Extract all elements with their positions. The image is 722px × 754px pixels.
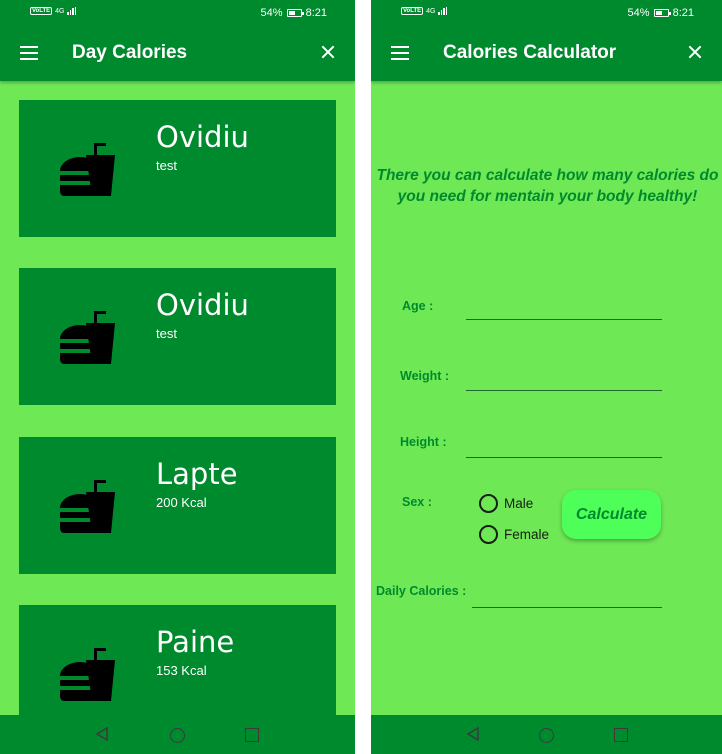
food-name: Lapte <box>156 457 238 491</box>
app-bar: Calories Calculator <box>371 27 722 81</box>
food-description: test <box>156 158 177 173</box>
calories-calculator-screen: VoLTE 4G 54% 8:21 Calories Calculator Th… <box>371 0 722 754</box>
food-name: Ovidiu <box>156 120 249 154</box>
food-card[interactable]: Ovidiu test <box>19 100 336 237</box>
status-bar: VoLTE 4G 54% 8:21 <box>0 0 355 27</box>
height-input[interactable] <box>466 457 662 458</box>
calculate-button[interactable]: Calculate <box>562 490 661 539</box>
screen-divider <box>355 0 371 754</box>
battery-icon <box>286 9 304 17</box>
battery-icon <box>653 9 671 17</box>
back-icon[interactable] <box>466 727 480 741</box>
fastfood-icon <box>60 480 115 533</box>
food-description: test <box>156 326 177 341</box>
app-bar: Day Calories <box>0 27 355 81</box>
age-input[interactable] <box>466 319 662 320</box>
female-radio[interactable]: Female <box>479 525 549 544</box>
status-icons-left: VoLTE 4G <box>30 7 77 15</box>
radio-circle <box>479 525 498 544</box>
home-icon[interactable] <box>539 728 554 743</box>
weight-input[interactable] <box>466 390 662 391</box>
back-icon[interactable] <box>95 727 109 741</box>
fastfood-icon <box>60 648 115 701</box>
calculator-form: There you can calculate how many calorie… <box>371 81 722 715</box>
intro-text: There you can calculate how many calorie… <box>376 167 719 205</box>
battery-percent: 54% <box>260 7 283 19</box>
system-nav-bar <box>0 715 355 754</box>
male-radio[interactable]: Male <box>479 494 533 513</box>
food-card[interactable]: Lapte 200 Kcal <box>19 437 336 574</box>
daily-calories-output <box>472 607 662 608</box>
radio-circle <box>479 494 498 513</box>
network-type: 4G <box>426 7 436 15</box>
food-list[interactable]: Ovidiu test Ovidiu test Lapte 200 Kcal P… <box>0 81 355 715</box>
status-icons-left: VoLTE 4G <box>401 7 448 15</box>
menu-icon[interactable] <box>20 46 38 60</box>
daily-calories-label: Daily Calories : <box>376 584 467 598</box>
network-type: 4G <box>55 7 65 15</box>
signal-icon <box>67 7 77 15</box>
signal-icon <box>438 7 448 15</box>
volte-icon: VoLTE <box>30 7 53 15</box>
male-label: Male <box>504 496 534 511</box>
height-label: Height : <box>400 435 447 449</box>
close-icon[interactable] <box>321 45 335 59</box>
food-card[interactable]: Paine 153 Kcal <box>19 605 336 715</box>
day-calories-screen: VoLTE 4G 54% 8:21 Day Calories Ovidiu te… <box>0 0 355 754</box>
sex-label: Sex : <box>402 495 432 509</box>
status-icons-right: 54% 8:21 <box>628 7 694 19</box>
age-label: Age : <box>402 299 434 313</box>
food-name: Ovidiu <box>156 288 249 322</box>
food-name: Paine <box>156 625 235 659</box>
food-description: 153 Kcal <box>156 663 207 678</box>
weight-label: Weight : <box>400 369 450 383</box>
page-title: Calories Calculator <box>443 42 617 63</box>
fastfood-icon <box>60 311 115 364</box>
clock: 8:21 <box>305 7 327 19</box>
status-icons-right: 54% 8:21 <box>261 7 327 19</box>
clock: 8:21 <box>672 7 694 19</box>
recent-apps-icon[interactable] <box>614 728 628 742</box>
status-bar: VoLTE 4G 54% 8:21 <box>371 0 722 27</box>
volte-icon: VoLTE <box>401 7 424 15</box>
food-card[interactable]: Ovidiu test <box>19 268 336 405</box>
home-icon[interactable] <box>170 728 185 743</box>
menu-icon[interactable] <box>391 46 409 60</box>
female-label: Female <box>504 527 550 542</box>
recent-apps-icon[interactable] <box>245 728 259 742</box>
system-nav-bar <box>371 715 722 754</box>
battery-percent: 54% <box>627 7 650 19</box>
page-title: Day Calories <box>72 42 188 63</box>
food-description: 200 Kcal <box>156 495 207 510</box>
fastfood-icon <box>60 143 115 196</box>
close-icon[interactable] <box>688 45 702 59</box>
